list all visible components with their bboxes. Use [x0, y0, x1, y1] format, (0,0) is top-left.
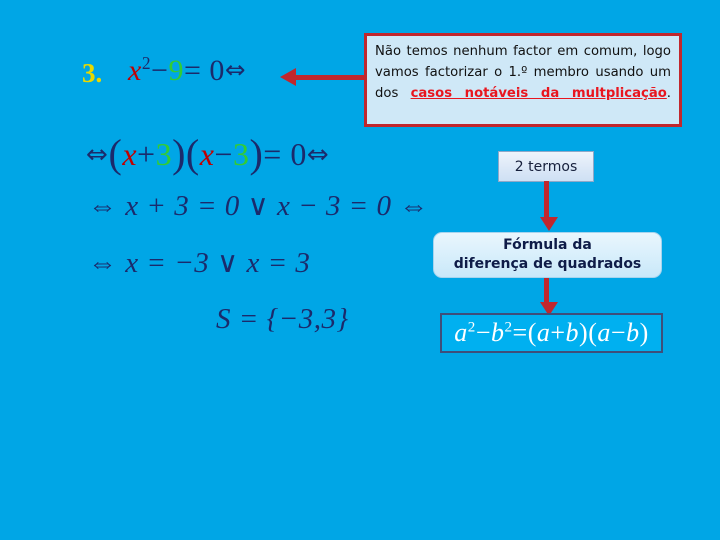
- formula-a-3: a: [597, 318, 611, 347]
- equation-1-equals-zero: = 0: [183, 54, 225, 87]
- formula-exp-b: 2: [504, 319, 513, 336]
- callout-text-part2: .: [666, 86, 671, 101]
- formula-title-line-2: diferença de quadrados: [453, 256, 642, 272]
- equation-2-close-paren-2: ): [249, 131, 264, 176]
- equation-1-minus: −: [151, 54, 169, 87]
- formula-title-line-1: Fórmula da: [503, 237, 592, 253]
- down-arrow-1-shaft: [544, 181, 549, 219]
- left-arrow-head-icon: [280, 68, 296, 86]
- equation-1-nine: 9: [168, 54, 184, 87]
- equation-2-three-2: 3: [232, 136, 250, 172]
- formula-close-paren-1: ): [579, 318, 589, 347]
- formula-a-2: a: [536, 318, 551, 347]
- formula-b-2: b: [565, 318, 580, 347]
- equation-2-close-paren-1: ): [172, 131, 186, 176]
- formula-title-box: Fórmula da diferença de quadrados: [433, 232, 662, 278]
- formula-b-1: b: [490, 318, 505, 347]
- callout-textbox: Não temos nenhum factor em comum, logo v…: [364, 33, 682, 127]
- formula-minus-1: −: [475, 318, 491, 347]
- down-arrow-2-shaft: [544, 278, 549, 304]
- solution-set: S = {−3,3}: [216, 303, 349, 335]
- equation-1-variable: x: [128, 54, 142, 87]
- equation-line-2: ⇔(x+3)(x−3)= 0⇔: [86, 128, 330, 176]
- equation-1-exponent: 2: [141, 53, 152, 73]
- equation-2-variable-2: x: [199, 136, 215, 172]
- equation-2-iff-start: ⇔: [86, 140, 109, 170]
- equation-2-three-1: 3: [155, 136, 173, 172]
- formula-close-paren-2: ): [639, 318, 649, 347]
- slide-canvas: 3. x2−9= 0⇔ ⇔(x+3)(x−3)= 0⇔ ⇔ x + 3 = 0 …: [0, 0, 720, 540]
- callout-text: Não temos nenhum factor em comum, logo v…: [375, 41, 671, 104]
- formula-b-3: b: [626, 318, 640, 347]
- formula-open-paren-2: (: [588, 318, 598, 347]
- exercise-number: 3.: [82, 58, 103, 88]
- formula-open-paren-1: (: [527, 318, 537, 347]
- equation-2-plus: +: [137, 136, 156, 172]
- formula-equals: =: [512, 318, 528, 347]
- equation-2-minus: −: [214, 136, 233, 172]
- equation-2-variable-1: x: [122, 136, 138, 172]
- two-terms-label: 2 termos: [514, 158, 578, 175]
- formula-plus: +: [550, 318, 566, 347]
- equation-line-1: x2−9= 0⇔: [128, 54, 246, 88]
- difference-of-squares-formula-box: a2−b2=(a+b)(a−b): [440, 313, 663, 353]
- equation-2-equals-zero: = 0: [263, 136, 307, 172]
- two-terms-box: 2 termos: [498, 151, 594, 182]
- equation-2-open-paren-1: (: [108, 131, 123, 176]
- equation-1-iff: ⇔: [224, 55, 246, 84]
- down-arrow-1-head-icon: [540, 217, 558, 231]
- callout-highlight-link[interactable]: casos notáveis da multplicação: [411, 86, 667, 101]
- equation-2-open-paren-2: (: [185, 131, 200, 176]
- difference-of-squares-formula: a2−b2=(a+b)(a−b): [454, 318, 648, 348]
- formula-exp-a: 2: [467, 319, 476, 336]
- left-arrow-shaft: [294, 75, 368, 80]
- equation-line-3: ⇔ x + 3 = 0 ∨ x − 3 = 0 ⇔: [88, 190, 429, 222]
- formula-minus-2: −: [610, 318, 627, 347]
- equation-line-4: ⇔ x = −3 ∨ x = 3: [88, 247, 311, 279]
- formula-a-1: a: [454, 318, 468, 347]
- equation-2-iff-end: ⇔: [306, 140, 330, 170]
